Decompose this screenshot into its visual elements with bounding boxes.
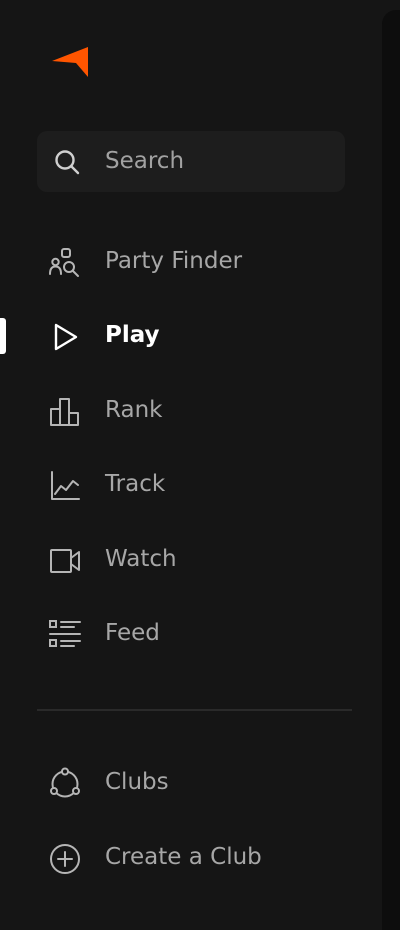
feed-icon [48,618,82,652]
clubs-icon [48,767,82,801]
nav-item-track[interactable]: Track [40,457,360,513]
nav-label: Create a Club [105,844,262,870]
nav-label: Track [105,471,166,497]
nav-label: Clubs [105,769,169,795]
nav-label: Feed [105,620,160,646]
nav-label: Party Finder [105,248,243,274]
search-box[interactable] [37,131,345,192]
app-sidebar: Party Finder Play Rank Track [0,0,400,930]
watch-icon [48,544,82,578]
nav-item-create-club[interactable]: Create a Club [40,830,360,886]
nav-item-rank[interactable]: Rank [40,383,360,439]
nav-item-play[interactable]: Play [40,308,360,364]
party-finder-icon [48,246,82,280]
nav-label: Rank [105,397,163,423]
play-icon [48,320,82,354]
active-nav-indicator [0,318,6,354]
search-input[interactable] [105,141,335,181]
sidebar-divider [37,709,352,711]
nav-label: Watch [105,546,177,572]
main-content-edge [382,10,400,930]
nav-item-clubs[interactable]: Clubs [40,755,360,811]
brand-logo-icon [52,47,88,77]
nav-item-watch[interactable]: Watch [40,532,360,588]
nav-item-party-finder[interactable]: Party Finder [40,234,360,290]
brand-logo[interactable] [50,45,90,79]
rank-icon [48,395,82,429]
track-icon [48,469,82,503]
nav-label: Play [105,322,160,348]
nav-item-feed[interactable]: Feed [40,606,360,662]
search-icon [53,148,81,176]
add-circle-icon [48,842,82,876]
